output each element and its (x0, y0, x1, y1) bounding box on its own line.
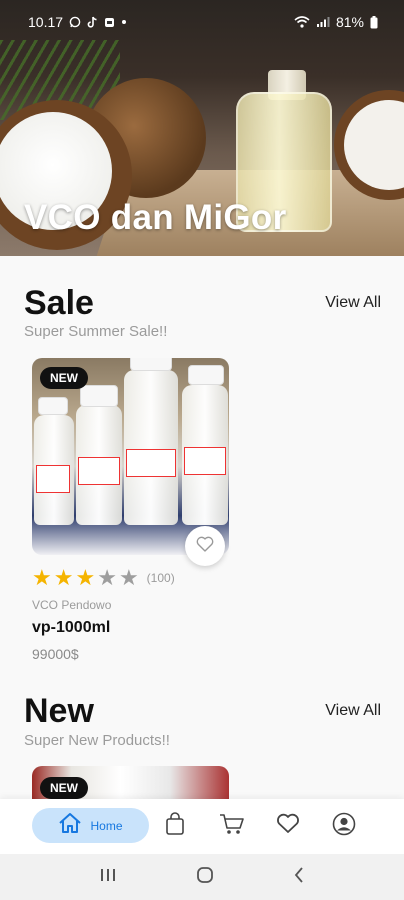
new-section-header: New View All (24, 692, 381, 730)
status-bar: 10.17 81% (0, 0, 404, 44)
tiktok-icon (87, 16, 98, 28)
nav-cart-button[interactable] (218, 812, 246, 840)
star-empty-icon: ★ (118, 565, 139, 590)
shopping-bag-icon (164, 811, 186, 841)
back-icon[interactable] (293, 866, 305, 889)
home-button-icon[interactable] (196, 866, 214, 889)
recent-apps-icon[interactable] (99, 867, 117, 888)
dot-icon (121, 19, 127, 25)
rating-count: (100) (146, 571, 175, 585)
sale-section-subtitle: Super Summer Sale!! (24, 323, 168, 340)
battery-percent: 81% (335, 14, 364, 30)
product-price: 99000$ (32, 646, 79, 662)
nav-home-label: Home (90, 818, 123, 833)
nav-shop-button[interactable] (161, 811, 189, 841)
home-icon (58, 812, 82, 839)
product-brand: VCO Pendowo (32, 598, 112, 612)
heart-icon (276, 813, 300, 839)
battery-icon (370, 15, 378, 29)
signal-icon (316, 16, 330, 28)
new-view-all-link[interactable]: View All (325, 702, 381, 720)
new-section-subtitle: Super New Products!! (24, 732, 170, 749)
nav-favorites-button[interactable] (274, 812, 302, 840)
profile-icon (332, 812, 356, 841)
nav-profile-button[interactable] (330, 812, 358, 840)
product-name[interactable]: vp-1000ml (32, 619, 110, 637)
system-navigation-bar (0, 854, 404, 900)
gallery-icon (104, 17, 115, 28)
bottom-navigation: Home (0, 799, 404, 854)
star-filled-icon: ★ (32, 565, 52, 590)
new-section-title: New (24, 692, 94, 730)
favorite-button[interactable] (185, 526, 225, 566)
nav-home-button[interactable]: Home (32, 808, 149, 843)
sale-section-header: Sale View All (24, 284, 381, 322)
status-time: 10.17 (28, 14, 64, 30)
hero-title: VCO dan MiGor (24, 198, 287, 237)
sale-section-title: Sale (24, 284, 94, 322)
cart-icon (219, 813, 245, 840)
star-empty-icon: ★ (97, 565, 117, 590)
star-filled-icon: ★ (75, 565, 96, 590)
product-rating: ★ ★ ★ ★ ★ (100) (32, 567, 175, 589)
whatsapp-icon (69, 16, 81, 28)
new-badge: NEW (40, 777, 88, 799)
new-badge: NEW (40, 367, 88, 389)
star-filled-icon: ★ (53, 565, 74, 590)
sale-view-all-link[interactable]: View All (325, 294, 381, 312)
wifi-icon (294, 16, 310, 28)
heart-icon (196, 536, 214, 557)
